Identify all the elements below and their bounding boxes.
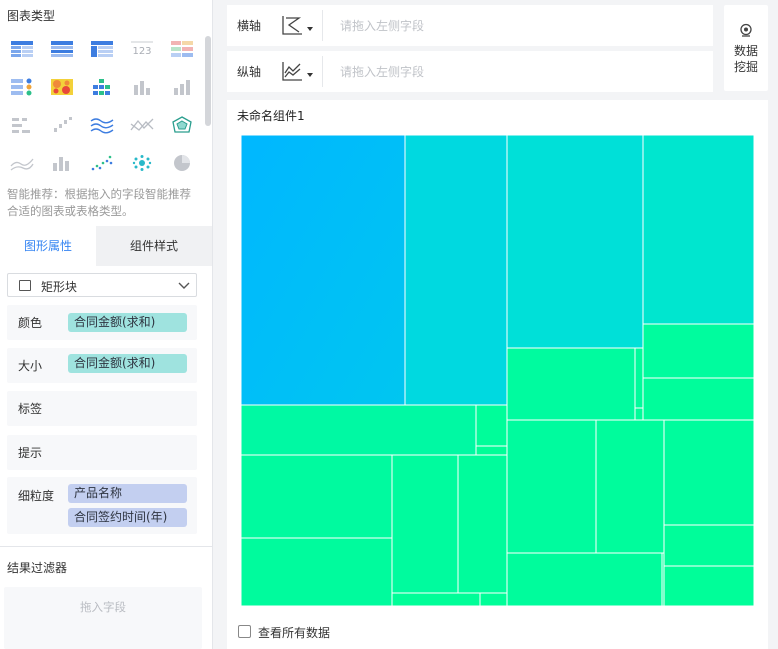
treemap-cell[interactable] xyxy=(506,552,663,606)
treemap-cell[interactable] xyxy=(391,454,459,594)
treemap-cell[interactable] xyxy=(661,552,665,606)
tab-component-style[interactable]: 组件样式 xyxy=(96,226,212,266)
multi-line-icon[interactable] xyxy=(90,116,114,134)
chart-type-grid: 123 xyxy=(0,30,205,180)
treemap-chart[interactable] xyxy=(241,135,754,606)
heatmap-icon[interactable] xyxy=(50,78,74,96)
property-tabs: 图形属性 组件样式 xyxy=(0,226,212,266)
color-label: 颜色 xyxy=(18,316,43,330)
vertical-axis-icon[interactable] xyxy=(281,61,303,81)
area-line-icon[interactable] xyxy=(10,154,34,172)
data-mining-button[interactable]: 数据 挖掘 xyxy=(724,5,768,91)
divider xyxy=(322,10,323,41)
chevron-down-icon xyxy=(178,282,190,289)
chart-canvas: 未命名组件1 查看所有数据 xyxy=(227,100,768,649)
divider xyxy=(322,56,323,87)
bubble-plot-icon[interactable] xyxy=(130,154,154,172)
treemap-cell[interactable] xyxy=(634,347,644,409)
column-chart-icon[interactable] xyxy=(50,154,74,172)
treemap-cell[interactable] xyxy=(404,135,508,406)
smart-recommend-tip: 智能推荐：根据拖入的字段智能推荐合适的图表或表格类型。 xyxy=(7,187,191,218)
treemap-cell[interactable] xyxy=(663,524,754,567)
bar-chart-alt-icon[interactable] xyxy=(170,78,194,96)
tooltip-label: 提示 xyxy=(18,446,43,460)
treemap-cell[interactable] xyxy=(457,454,508,594)
data-mining-label: 数据 挖掘 xyxy=(724,43,768,75)
result-filter-placeholder: 拖入字段 xyxy=(80,600,126,614)
treemap-cell[interactable] xyxy=(506,135,644,349)
color-property[interactable]: 颜色 合同金额(求和) xyxy=(7,305,197,340)
ascending-bar-icon[interactable] xyxy=(50,116,74,134)
pie-chart-icon[interactable] xyxy=(170,154,194,172)
treemap-cell[interactable] xyxy=(479,592,508,606)
color-field-pill[interactable]: 合同金额(求和) xyxy=(68,313,187,332)
data-mining-icon xyxy=(740,23,752,37)
treemap-cell[interactable] xyxy=(506,419,597,554)
size-label: 大小 xyxy=(18,359,43,373)
chart-types-title: 图表类型 xyxy=(7,9,56,23)
stacked-bar-blocks-icon[interactable] xyxy=(90,78,114,96)
treemap-cell[interactable] xyxy=(663,565,754,606)
treemap-cell[interactable] xyxy=(475,445,508,456)
treemap-cell[interactable] xyxy=(506,347,636,421)
result-filter-dropzone[interactable]: 拖入字段 xyxy=(4,587,202,649)
x-axis-shelf: 横轴 请拖入左侧字段 xyxy=(227,5,713,46)
data-mining-label-line: 数据 xyxy=(733,44,758,58)
result-filter-title: 结果过滤器 xyxy=(7,561,68,575)
tooltip-property[interactable]: 提示 xyxy=(7,435,197,470)
treemap-cell[interactable] xyxy=(642,377,754,421)
granularity-property[interactable]: 细粒度 产品名称 合同签约时间(年) xyxy=(7,477,197,534)
chart-type-scrollbar[interactable] xyxy=(205,36,211,126)
label-property[interactable]: 标签 xyxy=(7,391,197,426)
horizontal-axis-icon[interactable] xyxy=(281,15,303,35)
treemap-cell[interactable] xyxy=(642,323,754,379)
treemap-cell[interactable] xyxy=(241,537,393,606)
radar-icon[interactable] xyxy=(170,116,194,134)
treemap-cell[interactable] xyxy=(663,419,754,526)
tab-graphic-attributes[interactable]: 图形属性 xyxy=(0,226,96,266)
treemap-cell[interactable] xyxy=(391,592,481,606)
grouped-table-icon[interactable] xyxy=(10,40,34,58)
size-field-pill[interactable]: 合同金额(求和) xyxy=(68,354,187,373)
cross-table-icon[interactable] xyxy=(90,40,114,58)
size-property[interactable]: 大小 合同金额(求和) xyxy=(7,348,197,383)
view-all-label: 查看所有数据 xyxy=(258,626,331,640)
mark-type-select[interactable]: 矩形块 xyxy=(7,273,197,297)
detail-table-icon[interactable] xyxy=(50,40,74,58)
caret-down-icon[interactable] xyxy=(307,27,313,31)
view-all-checkbox[interactable] xyxy=(238,625,251,638)
line-cross-icon[interactable] xyxy=(130,116,154,134)
colored-table-icon[interactable] xyxy=(170,40,194,58)
bar-chart-icon[interactable] xyxy=(130,78,154,96)
left-panel: 图表类型 123 智能推荐：根据拖入的字段智能推荐合适的图表或表格类型。 图形属… xyxy=(0,0,213,649)
treemap-cell[interactable] xyxy=(595,419,665,554)
y-axis-label: 纵轴 xyxy=(237,65,262,79)
y-axis-dropzone[interactable]: 请拖入左侧字段 xyxy=(340,63,424,80)
rectangle-icon xyxy=(19,280,31,291)
treemap-cell[interactable] xyxy=(241,454,393,539)
dot-matrix-icon[interactable] xyxy=(10,78,34,96)
scatter-plot-icon[interactable] xyxy=(90,154,114,172)
label-label: 标签 xyxy=(18,402,43,416)
x-axis-dropzone[interactable]: 请拖入左侧字段 xyxy=(340,17,424,34)
component-title[interactable]: 未命名组件1 xyxy=(237,107,305,124)
granularity-label: 细粒度 xyxy=(18,489,55,503)
treemap-cell[interactable] xyxy=(475,404,508,447)
caret-down-icon[interactable] xyxy=(307,73,313,77)
treemap-cell[interactable] xyxy=(241,404,477,456)
data-mining-label-line: 挖掘 xyxy=(733,60,758,74)
horizontal-bar-icon[interactable] xyxy=(10,116,34,134)
svg-text:123: 123 xyxy=(132,46,151,57)
granularity-field-pill[interactable]: 合同签约时间(年) xyxy=(68,508,187,527)
mark-type-label: 矩形块 xyxy=(41,280,78,294)
y-axis-shelf: 纵轴 请拖入左侧字段 xyxy=(227,51,713,92)
kpi-number-icon[interactable]: 123 xyxy=(130,40,154,58)
x-axis-label: 横轴 xyxy=(237,19,262,33)
granularity-field-pill[interactable]: 产品名称 xyxy=(68,484,187,503)
treemap-cell[interactable] xyxy=(241,135,406,406)
divider xyxy=(0,546,212,547)
treemap-cell[interactable] xyxy=(642,135,754,325)
treemap-cell[interactable] xyxy=(634,407,644,421)
